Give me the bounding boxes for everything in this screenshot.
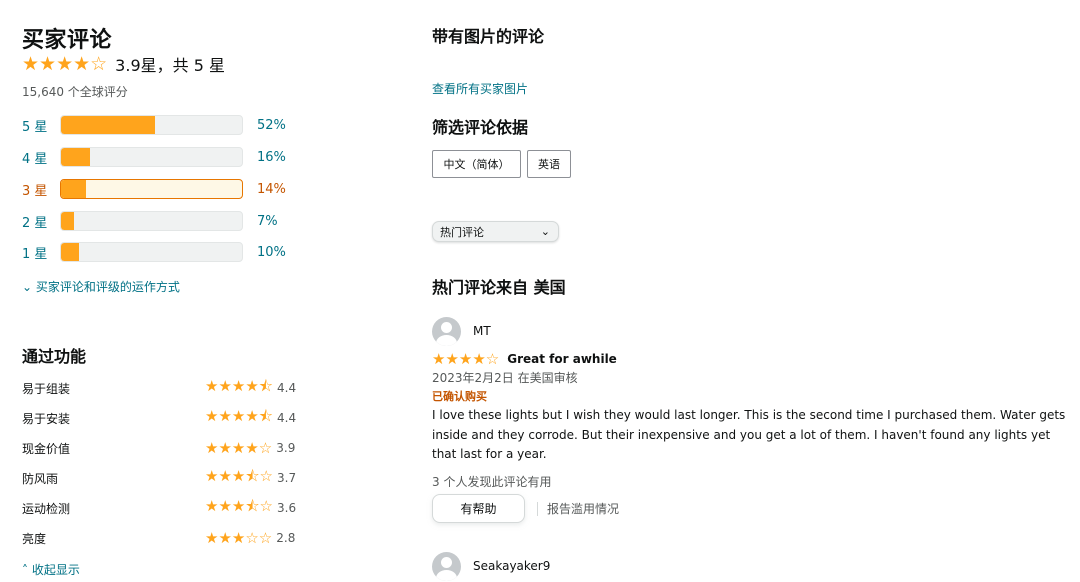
average-rating[interactable]: ★★★★☆ 3.9星，共 5 星	[22, 52, 225, 76]
feature-name: 运动检测	[22, 501, 71, 516]
histogram-bar[interactable]	[60, 211, 243, 231]
feature-rating: 4.4	[277, 381, 297, 395]
filter-heading: 筛选评论依据	[432, 118, 529, 137]
histogram-label[interactable]: 5 星	[22, 116, 60, 135]
avatar-icon[interactable]	[432, 551, 461, 581]
feature-name: 易于组装	[22, 381, 71, 396]
histogram-label[interactable]: 1 星	[22, 243, 60, 262]
feature-row: 现金价值 ★★★★☆ 3.9	[22, 438, 322, 458]
histogram-percent[interactable]: 16%	[257, 150, 286, 165]
feature-row: 亮度 ★★★☆☆ 2.8	[22, 528, 322, 548]
review-author[interactable]: MT	[473, 324, 491, 338]
review-author-row[interactable]: MT	[432, 316, 1072, 346]
histogram-fill	[61, 180, 87, 198]
feature-rating: 2.8	[276, 531, 296, 545]
feature-stars-icon: ★★★⯪☆	[205, 466, 273, 485]
feature-name: 亮度	[22, 531, 47, 546]
customer-reviews-summary: 买家评论 ★★★★☆ 3.9星，共 5 星 15,640 个全球评分 5 星 5…	[22, 0, 322, 582]
feature-stars-icon: ★★★☆☆	[205, 529, 273, 547]
feature-row: 防风雨 ★★★⯪☆ 3.7	[22, 466, 322, 488]
filter-english-button[interactable]: 英语	[527, 150, 571, 178]
feature-name: 现金价值	[22, 441, 71, 456]
report-abuse-link[interactable]: 报告滥用情况	[547, 500, 619, 517]
histogram-bar[interactable]	[60, 115, 243, 135]
histogram-percent[interactable]: 10%	[257, 245, 286, 260]
reviews-main: 带有图片的评论 查看所有买家图片 筛选评论依据 中文（简体） 英语 热门评论 ⌄…	[432, 0, 1072, 582]
see-all-images-link[interactable]: 查看所有买家图片	[432, 80, 528, 97]
histogram-fill	[61, 116, 156, 134]
feature-row: 易于安装 ★★★★⯪ 4.4	[22, 406, 322, 428]
top-reviews-heading: 热门评论来自 美国	[432, 278, 566, 297]
histogram-percent[interactable]: 52%	[257, 118, 286, 133]
histogram-row-5-star[interactable]: 5 星 52%	[22, 115, 292, 135]
helpful-button[interactable]: 有帮助	[432, 494, 525, 523]
features-heading: 通过功能	[22, 347, 87, 366]
feature-name: 防风雨	[22, 471, 59, 486]
histogram-label[interactable]: 2 星	[22, 212, 60, 231]
divider	[537, 501, 538, 516]
reviews-heading: 买家评论	[22, 28, 113, 53]
sort-dropdown[interactable]: 热门评论 ⌄	[432, 221, 559, 242]
sort-selected-value: 热门评论	[440, 225, 484, 239]
review-author-row[interactable]: Seakayaker9	[432, 551, 1072, 581]
histogram-bar[interactable]	[60, 147, 243, 167]
avatar-icon[interactable]	[432, 316, 461, 346]
chevron-down-icon: ⌄	[540, 225, 550, 238]
filter-chinese-button[interactable]: 中文（简体）	[432, 150, 521, 178]
histogram-fill	[61, 212, 74, 230]
average-rating-text: 3.9星，共 5 星	[115, 56, 225, 75]
feature-stars-icon: ★★★★⯪	[205, 376, 273, 395]
histogram-bar[interactable]	[60, 179, 243, 199]
feature-row: 运动检测 ★★★⯪☆ 3.6	[22, 496, 322, 518]
feature-row: 易于组装 ★★★★⯪ 4.4	[22, 376, 322, 398]
histogram-fill	[61, 243, 80, 261]
review-author[interactable]: Seakayaker9	[473, 559, 550, 573]
histogram-row-2-star[interactable]: 2 星 7%	[22, 211, 292, 231]
review-date: 2023年2月2日 在美国审核	[432, 371, 578, 385]
histogram-bar[interactable]	[60, 242, 243, 262]
histogram-fill	[61, 148, 90, 166]
histogram-row-4-star[interactable]: 4 星 16%	[22, 147, 292, 167]
feature-stars-icon: ★★★★⯪	[205, 406, 273, 425]
feature-name: 易于安装	[22, 411, 71, 426]
feature-rating: 4.4	[277, 411, 297, 425]
histogram-row-3-star[interactable]: 3 星 14%	[22, 179, 292, 199]
average-stars-icon: ★★★★☆	[22, 53, 108, 75]
histogram-row-1-star[interactable]: 1 星 10%	[22, 242, 292, 262]
histogram-percent[interactable]: 7%	[257, 214, 278, 229]
review-actions: 有帮助 报告滥用情况	[432, 494, 619, 523]
collapse-link[interactable]: ˄ 收起显示	[22, 561, 80, 578]
review-title-row[interactable]: ★★★★☆ Great for awhile	[432, 350, 617, 368]
how-reviews-work-link[interactable]: ⌄ 买家评论和评级的运作方式	[22, 278, 180, 295]
histogram-label[interactable]: 4 星	[22, 148, 60, 167]
histogram-label[interactable]: 3 星	[22, 180, 60, 199]
review-title[interactable]: Great for awhile	[507, 352, 617, 366]
review-stars-icon[interactable]: ★★★★☆	[432, 350, 499, 368]
image-reviews-heading: 带有图片的评论	[432, 27, 545, 46]
feature-stars-icon: ★★★⯪☆	[205, 496, 273, 515]
review-body: I love these lights but I wish they woul…	[432, 408, 1066, 461]
feature-rating: 3.7	[277, 471, 297, 485]
feature-stars-icon: ★★★★☆	[205, 439, 273, 457]
review-item: MT ★★★★☆ Great for awhile 2023年2月2日 在美国审…	[432, 316, 1072, 531]
verified-purchase-badge: 已确认购买	[432, 390, 487, 403]
feature-rating: 3.9	[276, 441, 296, 455]
global-ratings-count: 15,640 个全球评分	[22, 85, 128, 99]
feature-rating: 3.6	[277, 501, 297, 515]
helpful-count: 3 个人发现此评论有用	[432, 475, 552, 489]
histogram-percent[interactable]: 14%	[257, 182, 286, 197]
review-item: Seakayaker9	[432, 551, 1072, 582]
